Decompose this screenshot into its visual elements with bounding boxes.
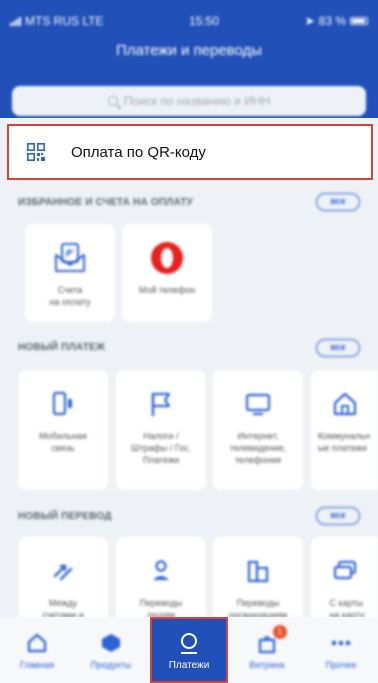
- cards-icon: [333, 560, 356, 580]
- status-time: 15:50: [189, 14, 220, 28]
- section-title-new-payment: НОВЫЙ ПЛАТЕЖ: [18, 342, 106, 353]
- new-payment-all-button[interactable]: все: [316, 339, 360, 357]
- section-title-favorites: ИЗБРАННОЕ И СЧЕТА НА ОПЛАТУ: [18, 197, 194, 208]
- carrier-label: MTS RUS LTE: [25, 14, 104, 28]
- card-invoices-label: Счета на оплату: [49, 285, 91, 307]
- products-icon: [102, 634, 120, 652]
- page-title: Платежи и переводы: [115, 42, 263, 59]
- section-title-new-transfer: НОВЫЙ ПЕРЕВОД: [18, 511, 112, 522]
- card-invoices[interactable]: Счета на оплату: [25, 224, 115, 322]
- tab-showcase[interactable]: 1 Витрина: [230, 617, 304, 683]
- operator-logo-icon: [151, 242, 183, 274]
- person-icon: [153, 560, 169, 580]
- search-icon: [107, 96, 118, 106]
- showcase-badge: 1: [272, 625, 287, 639]
- tab-payments[interactable]: Платежи: [150, 617, 228, 683]
- tab-payments-label: Платежи: [168, 659, 210, 671]
- tab-more[interactable]: Прочее: [304, 617, 378, 683]
- invoice-envelope-icon: [55, 243, 85, 272]
- card-internet-label: Интернет, телевидение, телефония: [229, 431, 287, 465]
- signal-icon: [10, 16, 21, 26]
- card-my-phone[interactable]: Мой телефон: [122, 224, 212, 322]
- card-mobile-label: Мобильная связь: [39, 431, 87, 453]
- qr-label: Оплата по QR-коду: [71, 143, 206, 161]
- battery-icon: [350, 17, 368, 25]
- new-transfer-all-button[interactable]: все: [316, 507, 360, 525]
- card-taxes-label: Налоги / Штрафы / Гос. Платежи: [130, 431, 192, 465]
- more-icon: [331, 640, 351, 646]
- tab-home-label: Главная: [19, 660, 55, 670]
- tab-showcase-label: Витрина: [249, 660, 285, 670]
- header: MTS RUS LTE 15:50 ➤ 83 % Платежи и перев…: [0, 0, 378, 118]
- buildings-icon: [247, 560, 269, 583]
- card-my-phone-label: Мой телефон: [138, 285, 196, 295]
- tab-products-label: Продукты: [90, 660, 132, 670]
- location-icon: ➤: [304, 14, 315, 28]
- mobile-phone-icon: [52, 391, 72, 416]
- tab-bar: Главная Продукты Платежи 1 Витрина Проче…: [0, 617, 378, 683]
- tab-home[interactable]: Главная: [0, 617, 74, 683]
- status-bar: MTS RUS LTE 15:50 ➤ 83 %: [0, 0, 378, 42]
- qr-icon: [27, 143, 45, 161]
- qr-payment-button[interactable]: Оплата по QR-коду: [7, 124, 373, 180]
- card-mobile[interactable]: Мобильная связь: [18, 370, 108, 490]
- home-tab-icon: [27, 633, 47, 653]
- tv-icon: [245, 393, 271, 416]
- favorites-all-button[interactable]: все: [316, 193, 360, 211]
- card-utilities[interactable]: Коммунальн ые платежи: [311, 370, 378, 490]
- payments-icon: [181, 632, 197, 654]
- tab-more-label: Прочее: [325, 660, 357, 670]
- card-taxes[interactable]: Налоги / Штрафы / Гос. Платежи: [116, 370, 206, 490]
- home-icon: [333, 392, 356, 416]
- search-placeholder: Поиск по названию и ИНН: [123, 94, 271, 108]
- flag-icon: [151, 392, 171, 416]
- card-utilities-label: Коммунальн ые платежи: [317, 431, 371, 453]
- battery-label: 83 %: [318, 14, 346, 28]
- search-input[interactable]: Поиск по названию и ИНН: [12, 86, 366, 116]
- tab-products[interactable]: Продукты: [74, 617, 148, 683]
- arrows-icon: [53, 564, 73, 581]
- card-internet[interactable]: Интернет, телевидение, телефония: [213, 370, 303, 490]
